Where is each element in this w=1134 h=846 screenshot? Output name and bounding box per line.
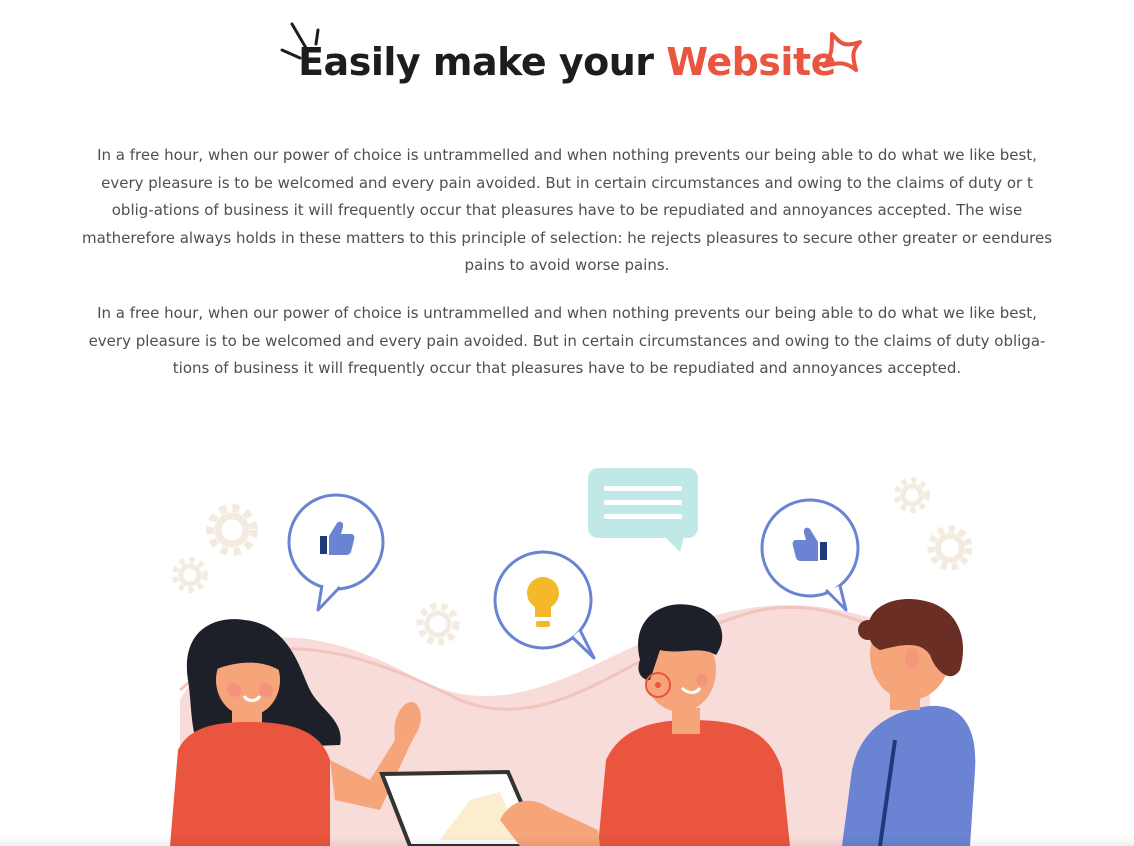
speech-bubble-like-2 <box>760 498 860 612</box>
sparkle-icon <box>822 32 862 72</box>
speech-bubble-idea <box>493 550 596 660</box>
gear-icon <box>206 504 258 556</box>
speech-bubble-like <box>287 493 385 612</box>
intro-paragraph-2: In a free hour, when our power of choice… <box>88 304 1046 377</box>
heading-section: Easily make your Website <box>0 18 1134 108</box>
title-text: Easily make your <box>298 40 654 84</box>
title-accent: Website <box>666 40 836 84</box>
gear-icon <box>927 525 973 571</box>
chat-message-icon <box>588 468 698 552</box>
intro-paragraph-1: In a free hour, when our power of choice… <box>81 146 1053 274</box>
gear-icon <box>172 557 208 593</box>
gear-icon <box>416 602 460 646</box>
gear-icon <box>894 477 930 513</box>
bottom-edge-shadow <box>0 836 1134 846</box>
page-title: Easily make your Website <box>0 40 1134 84</box>
team-collaboration-illustration <box>170 468 976 846</box>
